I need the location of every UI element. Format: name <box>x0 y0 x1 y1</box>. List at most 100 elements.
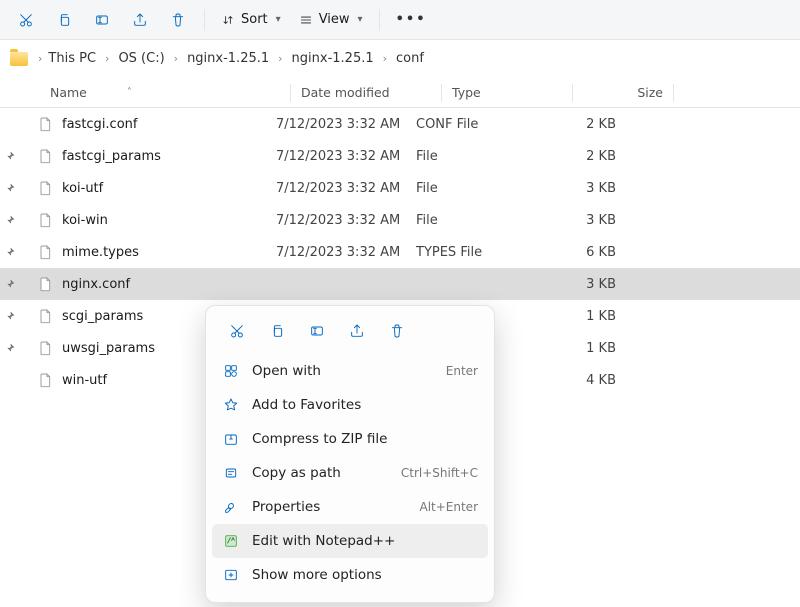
menu-copy-path[interactable]: Copy as path Ctrl+Shift+C <box>212 456 488 490</box>
view-button[interactable]: View ▾ <box>291 4 371 36</box>
file-type: CONF File <box>416 117 536 132</box>
file-type: File <box>416 149 536 164</box>
share-icon[interactable] <box>340 316 374 346</box>
menu-compress[interactable]: Compress to ZIP file <box>212 422 488 456</box>
file-size: 2 KB <box>536 149 616 164</box>
menu-more-options[interactable]: Show more options <box>212 558 488 592</box>
menu-open-with-accel: Enter <box>446 364 478 378</box>
top-toolbar: Sort ▾ View ▾ ••• <box>0 0 800 40</box>
file-icon <box>36 337 54 359</box>
copy-icon[interactable] <box>260 316 294 346</box>
column-date[interactable]: Date modified <box>301 85 441 100</box>
menu-properties-label: Properties <box>252 499 407 515</box>
file-date: 7/12/2023 3:32 AM <box>276 149 416 164</box>
delete-button[interactable] <box>160 4 196 36</box>
file-row[interactable]: fastcgi.conf 7/12/2023 3:32 AMCONF File2 … <box>0 108 800 140</box>
menu-copy-path-accel: Ctrl+Shift+C <box>401 466 478 480</box>
breadcrumb-segment[interactable]: nginx-1.25.1 <box>288 49 378 68</box>
file-size: 1 KB <box>536 309 616 324</box>
separator <box>204 9 205 31</box>
pin-icon <box>0 183 20 193</box>
breadcrumb-segment[interactable]: This PC <box>44 49 100 68</box>
chevron-down-icon: ▾ <box>358 14 363 25</box>
file-row[interactable]: fastcgi_params7/12/2023 3:32 AMFile2 KB <box>0 140 800 172</box>
copy-button[interactable] <box>46 4 82 36</box>
share-button[interactable] <box>122 4 158 36</box>
file-size: 4 KB <box>536 373 616 388</box>
menu-properties[interactable]: Properties Alt+Enter <box>212 490 488 524</box>
pin-icon <box>0 247 20 257</box>
file-icon <box>36 305 54 327</box>
file-date: 7/12/2023 3:32 AM <box>276 117 416 132</box>
file-type: File <box>416 181 536 196</box>
file-name: scgi_params <box>62 309 143 324</box>
copy-path-icon <box>222 464 240 482</box>
pin-icon <box>0 215 20 225</box>
sort-button[interactable]: Sort ▾ <box>213 4 289 36</box>
breadcrumb-segment[interactable]: nginx-1.25.1 <box>183 49 273 68</box>
cut-button[interactable] <box>8 4 44 36</box>
file-size: 2 KB <box>536 117 616 132</box>
open-with-icon <box>222 362 240 380</box>
pin-icon <box>0 279 20 289</box>
breadcrumb-bar: › This PC›OS (C:)›nginx-1.25.1›nginx-1.2… <box>0 40 800 78</box>
breadcrumb-segment[interactable]: OS (C:) <box>114 49 168 68</box>
rename-button[interactable] <box>84 4 120 36</box>
file-row[interactable]: nginx.conf3 KB <box>0 268 800 300</box>
file-date: 7/12/2023 3:32 AM <box>276 213 416 228</box>
file-icon <box>36 177 54 199</box>
file-size: 3 KB <box>536 213 616 228</box>
menu-favorites[interactable]: Add to Favorites <box>212 388 488 422</box>
column-name[interactable]: Name <box>50 85 87 100</box>
wrench-icon <box>222 498 240 516</box>
more-button[interactable]: ••• <box>388 4 435 36</box>
file-name: koi-win <box>62 213 108 228</box>
column-type[interactable]: Type <box>452 85 572 100</box>
file-row[interactable]: mime.types7/12/2023 3:32 AMTYPES File6 K… <box>0 236 800 268</box>
star-icon <box>222 396 240 414</box>
file-row[interactable]: koi-utf7/12/2023 3:32 AMFile3 KB <box>0 172 800 204</box>
file-date: 7/12/2023 3:32 AM <box>276 245 416 260</box>
file-name: fastcgi.conf <box>62 117 137 132</box>
file-icon <box>36 369 54 391</box>
menu-open-with[interactable]: Open with Enter <box>212 354 488 388</box>
menu-copy-path-label: Copy as path <box>252 465 389 481</box>
file-type: TYPES File <box>416 245 536 260</box>
sort-label: Sort <box>241 12 268 27</box>
menu-open-with-label: Open with <box>252 363 434 379</box>
file-name: mime.types <box>62 245 139 260</box>
file-icon <box>36 273 54 295</box>
file-size: 1 KB <box>536 341 616 356</box>
file-icon <box>36 209 54 231</box>
file-icon <box>36 241 54 263</box>
cut-icon[interactable] <box>220 316 254 346</box>
file-row[interactable]: koi-win 7/12/2023 3:32 AMFile3 KB <box>0 204 800 236</box>
column-size[interactable]: Size <box>583 85 663 100</box>
file-icon <box>36 113 54 135</box>
pin-icon <box>0 151 20 161</box>
sort-asc-icon: ˄ <box>127 87 132 98</box>
chevron-right-icon: › <box>36 52 44 65</box>
delete-icon[interactable] <box>380 316 414 346</box>
menu-favorites-label: Add to Favorites <box>252 397 478 413</box>
file-size: 3 KB <box>536 181 616 196</box>
file-date: 7/12/2023 3:32 AM <box>276 181 416 196</box>
context-icon-row <box>212 314 488 354</box>
file-name: win-utf <box>62 373 107 388</box>
view-label: View <box>319 12 350 27</box>
list-header: Name ˄ Date modified Type Size <box>0 78 800 108</box>
chevron-right-icon: › <box>103 52 111 65</box>
file-type: File <box>416 213 536 228</box>
file-name: nginx.conf <box>62 277 130 292</box>
pin-icon <box>0 343 20 353</box>
chevron-right-icon: › <box>276 52 284 65</box>
menu-notepadpp[interactable]: Edit with Notepad++ <box>212 524 488 558</box>
file-name: uwsgi_params <box>62 341 155 356</box>
menu-more-options-label: Show more options <box>252 567 478 583</box>
menu-notepadpp-label: Edit with Notepad++ <box>252 533 478 549</box>
file-icon <box>36 145 54 167</box>
menu-compress-label: Compress to ZIP file <box>252 431 478 447</box>
rename-icon[interactable] <box>300 316 334 346</box>
notepadpp-icon <box>222 532 240 550</box>
breadcrumb-segment[interactable]: conf <box>392 49 428 68</box>
